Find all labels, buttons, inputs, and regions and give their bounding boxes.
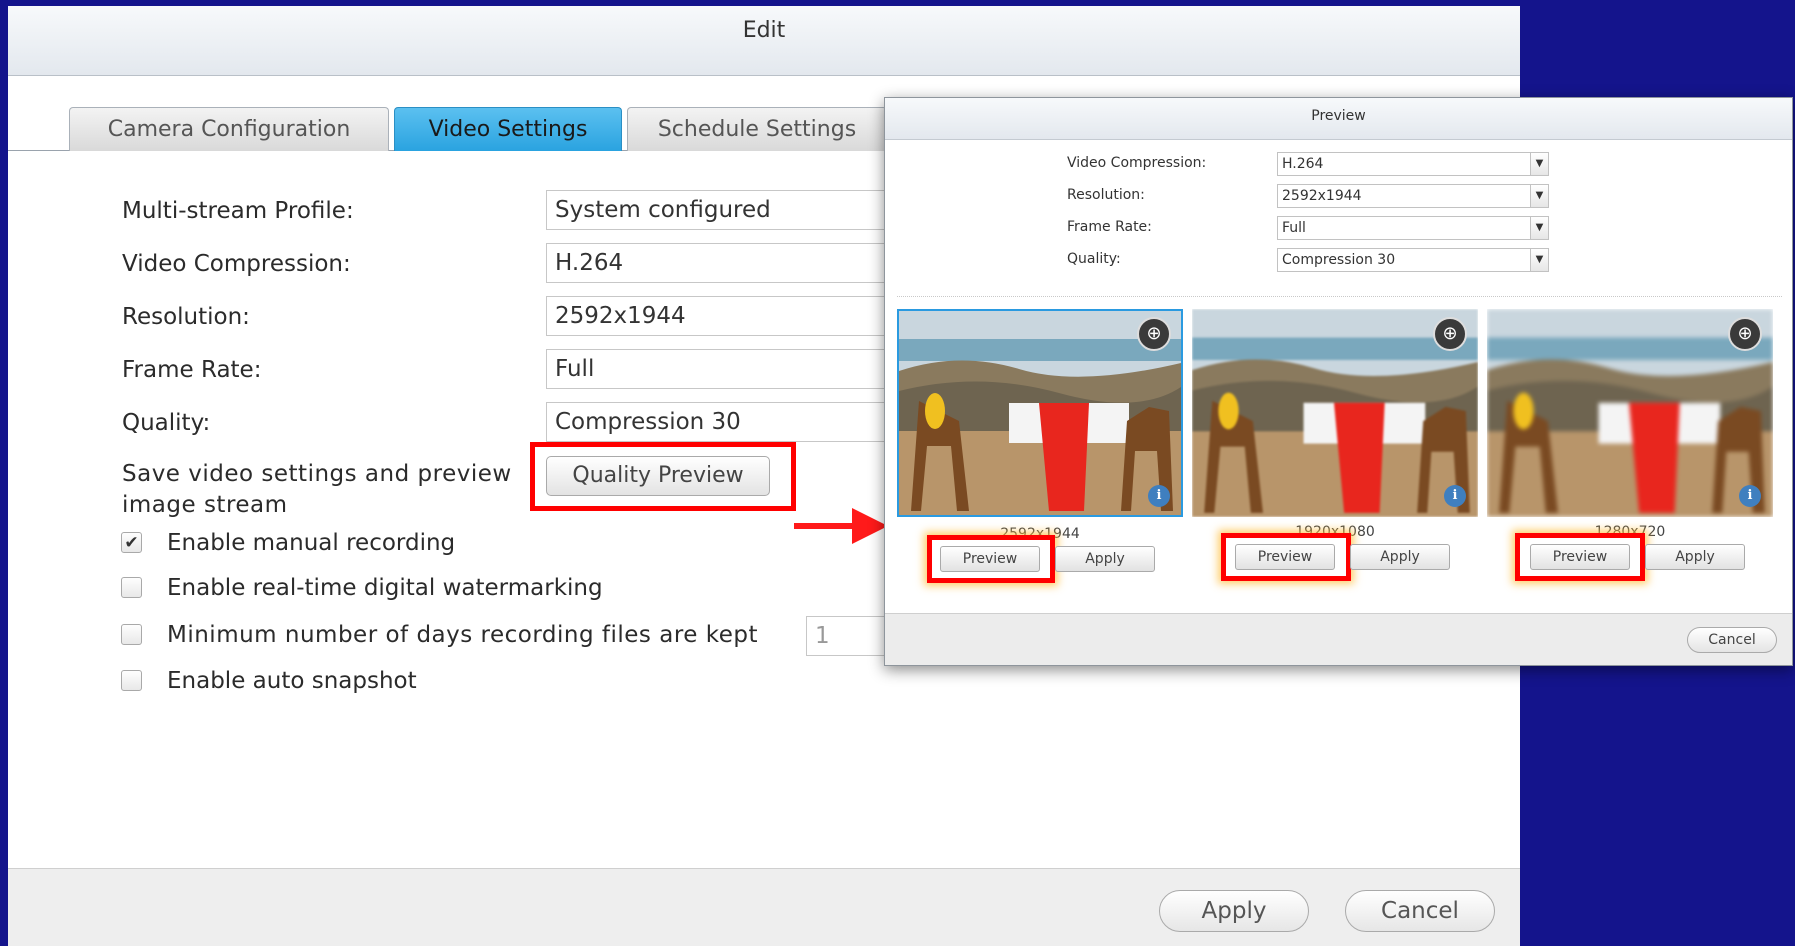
multi-stream-profile-select[interactable]: System configured (546, 190, 926, 230)
preview-dialog-title: Preview (1311, 108, 1366, 124)
multi-stream-profile-label: Multi-stream Profile: (122, 198, 354, 224)
quality-select[interactable]: Compression 30 (546, 402, 926, 442)
red-arrow-icon (852, 508, 888, 544)
pv-video-compression-label: Video Compression: (1067, 155, 1207, 171)
video-compression-select[interactable]: H.264 (546, 243, 926, 283)
preview-button-2[interactable]: Preview (1235, 544, 1335, 570)
quality-label: Quality: (122, 410, 211, 436)
watermarking-checkbox[interactable] (121, 577, 142, 598)
min-days-label: Minimum number of days recording files a… (167, 622, 758, 648)
chevron-down-icon[interactable]: ▼ (1530, 249, 1548, 271)
info-icon[interactable]: i (1148, 485, 1170, 507)
pv-quality-value: Compression 30 (1282, 252, 1396, 268)
pv-video-compression-value: H.264 (1282, 156, 1324, 172)
preview-titlebar: Preview (885, 98, 1792, 140)
chevron-down-icon[interactable]: ▼ (1530, 217, 1548, 239)
tab-video-settings[interactable]: Video Settings (394, 107, 622, 151)
preview-footer (885, 613, 1792, 665)
min-days-checkbox[interactable] (121, 624, 142, 645)
preview-separator (897, 296, 1782, 297)
edit-dialog-title: Edit (742, 18, 786, 43)
edit-titlebar: Edit (8, 6, 1520, 76)
pv-frame-rate-value: Full (1282, 220, 1306, 236)
pv-frame-rate-select[interactable]: Full ▼ (1277, 216, 1549, 240)
frame-rate-select[interactable]: Full (546, 349, 926, 389)
manual-recording-label: Enable manual recording (167, 530, 456, 556)
tab-camera-configuration[interactable]: Camera Configuration (69, 107, 389, 151)
cancel-button[interactable]: Cancel (1345, 890, 1495, 932)
resolution-select[interactable]: 2592x1944 (546, 296, 926, 336)
preview-dialog: Preview Video Compression: H.264 ▼ Resol… (884, 97, 1793, 666)
watermarking-label: Enable real-time digital watermarking (167, 575, 603, 601)
pv-video-compression-select[interactable]: H.264 ▼ (1277, 152, 1549, 176)
chevron-down-icon[interactable]: ▼ (1530, 153, 1548, 175)
apply-button-3[interactable]: Apply (1645, 544, 1745, 570)
zoom-icon[interactable]: ⊕ (1433, 317, 1467, 351)
frame-rate-label: Frame Rate: (122, 357, 262, 383)
tab-schedule-settings[interactable]: Schedule Settings (627, 107, 887, 151)
zoom-icon[interactable]: ⊕ (1728, 317, 1762, 351)
info-icon[interactable]: i (1444, 485, 1466, 507)
preview-button-1[interactable]: Preview (940, 546, 1040, 572)
save-preview-description-line2: image stream (122, 492, 288, 518)
pv-quality-label: Quality: (1067, 251, 1121, 267)
pv-quality-select[interactable]: Compression 30 ▼ (1277, 248, 1549, 272)
resolution-label: Resolution: (122, 304, 250, 330)
pv-resolution-label: Resolution: (1067, 187, 1145, 203)
pv-resolution-select[interactable]: 2592x1944 ▼ (1277, 184, 1549, 208)
auto-snapshot-label: Enable auto snapshot (167, 668, 417, 694)
apply-button-1[interactable]: Apply (1055, 546, 1155, 572)
zoom-icon[interactable]: ⊕ (1137, 317, 1171, 351)
auto-snapshot-checkbox[interactable] (121, 670, 142, 691)
save-preview-description: Save video settings and preview (122, 461, 512, 487)
apply-button[interactable]: Apply (1159, 890, 1309, 932)
info-icon[interactable]: i (1739, 485, 1761, 507)
preview-cancel-button[interactable]: Cancel (1687, 627, 1777, 653)
manual-recording-checkbox[interactable]: ✔ (121, 532, 142, 553)
quality-preview-button[interactable]: Quality Preview (546, 456, 770, 496)
apply-button-2[interactable]: Apply (1350, 544, 1450, 570)
video-compression-label: Video Compression: (122, 251, 351, 277)
chevron-down-icon[interactable]: ▼ (1530, 185, 1548, 207)
red-arrow-shaft (794, 523, 854, 529)
pv-resolution-value: 2592x1944 (1282, 188, 1362, 204)
preview-button-3[interactable]: Preview (1530, 544, 1630, 570)
pv-frame-rate-label: Frame Rate: (1067, 219, 1152, 235)
